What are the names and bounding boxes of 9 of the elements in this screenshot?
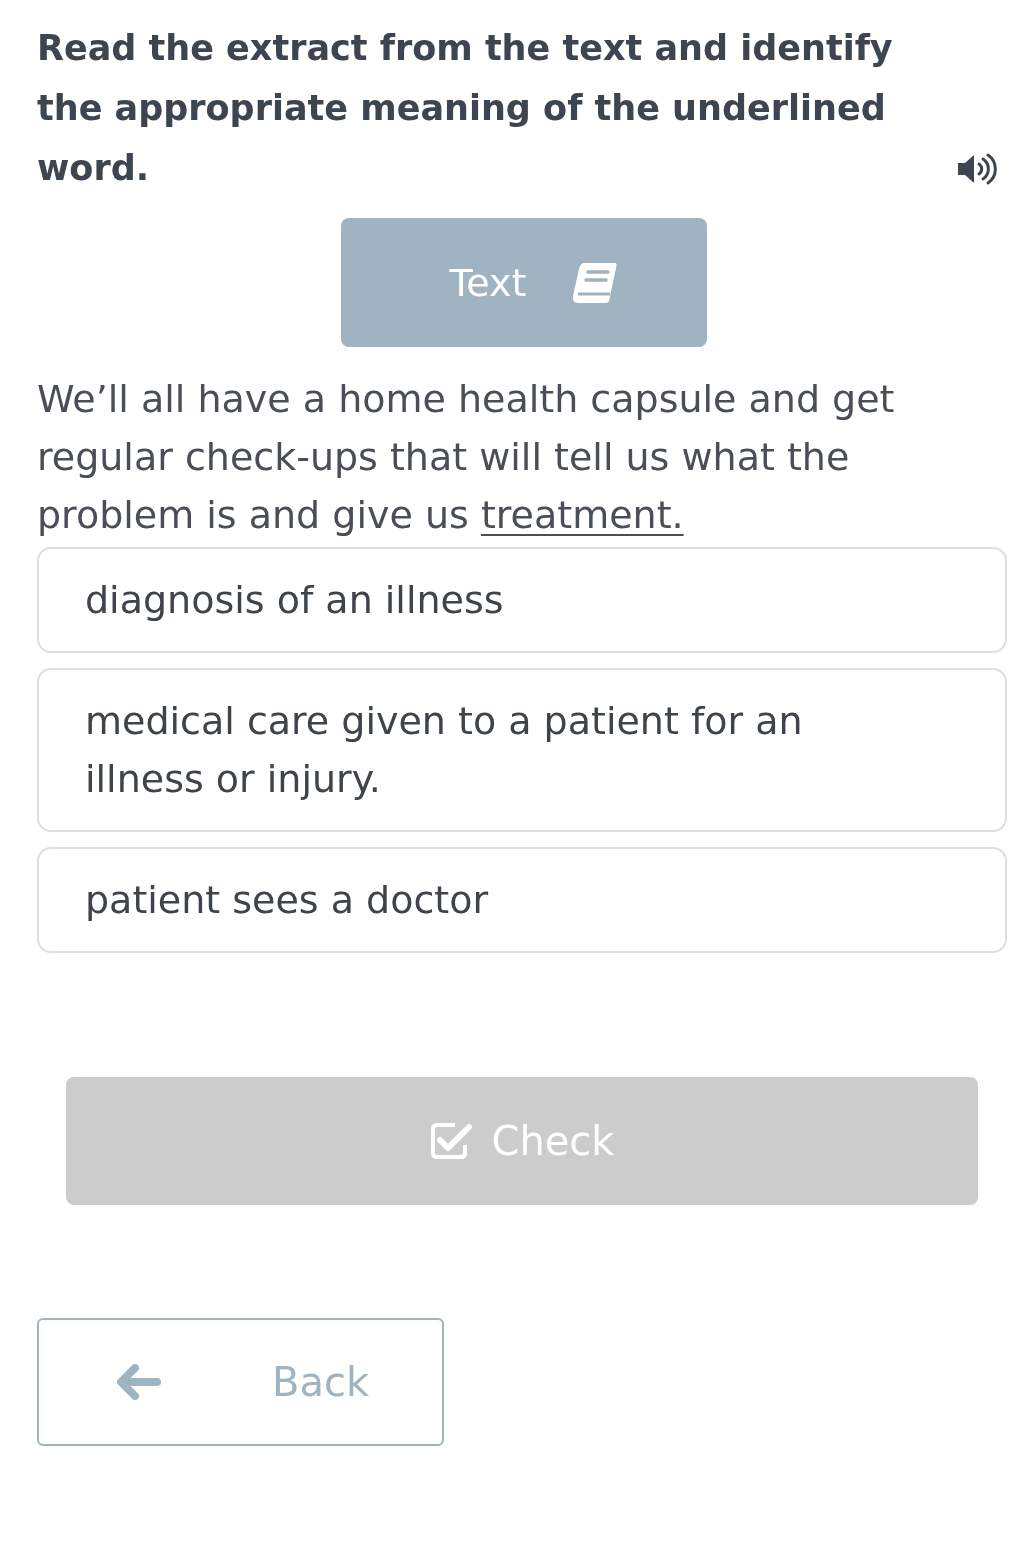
instruction-text: Read the extract from the text and identify the appropriate meaning of the underlined word. [37,27,894,190]
speaker-icon[interactable] [956,152,998,186]
answer-option[interactable]: diagnosis of an illness [37,547,1007,653]
answer-option[interactable]: medical care given to a patient for an illness or injury. [37,668,1007,832]
book-icon [570,260,619,305]
checkbox-icon [429,1121,474,1161]
answer-option[interactable]: patient sees a doctor [37,847,1007,953]
arrow-left-icon [117,1364,161,1400]
passage-text: We’ll all have a home health capsule and get regular check-ups that will tell us what the problem is and give us treatment. [37,376,896,539]
